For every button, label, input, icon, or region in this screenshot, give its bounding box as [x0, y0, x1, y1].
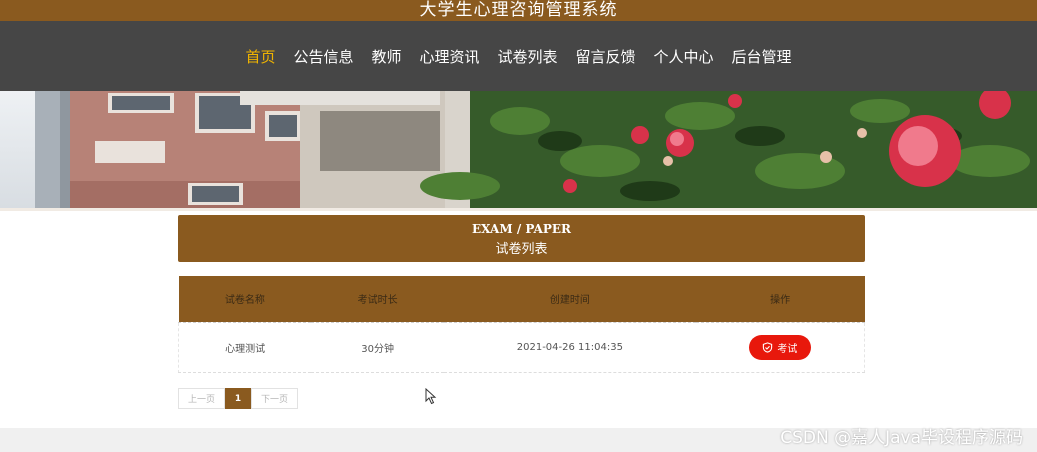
header-created-time: 创建时间	[444, 276, 696, 323]
nav-list: 首页 公告信息 教师 心理资讯 试卷列表 留言反馈 个人中心 后台管理	[0, 21, 1037, 91]
cell-actions: 考试	[695, 322, 865, 373]
current-page-button[interactable]: 1	[225, 388, 251, 409]
section-title-cn: 试卷列表	[495, 242, 548, 257]
nav-item-feedback[interactable]: 留言反馈	[576, 46, 636, 67]
header-exam-duration: 考试时长	[311, 276, 445, 323]
prev-page-button[interactable]: 上一页	[178, 388, 225, 409]
table-row: 心理测试 30分钟 2021-04-26 11:04:35 考试	[178, 322, 865, 373]
header-actions: 操作	[695, 276, 865, 323]
header-exam-name: 试卷名称	[178, 276, 312, 323]
main-nav: 首页 公告信息 教师 心理资讯 试卷列表 留言反馈 个人中心 后台管理	[0, 21, 1037, 91]
banner-divider	[0, 208, 1037, 211]
nav-item-psych-news[interactable]: 心理资讯	[419, 46, 479, 67]
nav-item-personal-center[interactable]: 个人中心	[654, 46, 714, 67]
nav-item-home[interactable]: 首页	[245, 46, 275, 67]
section-title-en: EXAM / PAPER	[472, 222, 571, 236]
exam-table: 试卷名称 考试时长 创建时间 操作 心理测试 30分钟 2021-04-26 1…	[178, 276, 865, 373]
cell-created-time: 2021-04-26 11:04:35	[444, 322, 696, 373]
cell-exam-name: 心理测试	[178, 322, 312, 373]
take-exam-button[interactable]: 考试	[748, 334, 811, 360]
site-title: 大学生心理咨询管理系统	[419, 0, 618, 20]
take-exam-label: 考试	[777, 343, 798, 355]
mouse-pointer-icon	[425, 388, 437, 405]
shield-check-icon	[763, 341, 773, 353]
nav-item-admin[interactable]: 后台管理	[732, 46, 792, 67]
watermark: CSDN @嘉人Java毕设程序源码	[780, 428, 1023, 448]
pagination: 上一页 1 下一页	[178, 388, 298, 409]
next-page-button[interactable]: 下一页	[251, 388, 298, 409]
cell-exam-duration: 30分钟	[311, 322, 445, 373]
nav-item-announcements[interactable]: 公告信息	[293, 46, 353, 67]
nav-item-exam-list[interactable]: 试卷列表	[498, 46, 558, 67]
nav-item-teachers[interactable]: 教师	[371, 46, 401, 67]
banner-photo	[0, 91, 1037, 208]
table-header-row: 试卷名称 考试时长 创建时间 操作	[178, 276, 865, 323]
title-bar: 大学生心理咨询管理系统	[0, 0, 1037, 21]
banner-image	[0, 91, 1037, 208]
section-header: EXAM / PAPER 试卷列表	[178, 215, 865, 262]
